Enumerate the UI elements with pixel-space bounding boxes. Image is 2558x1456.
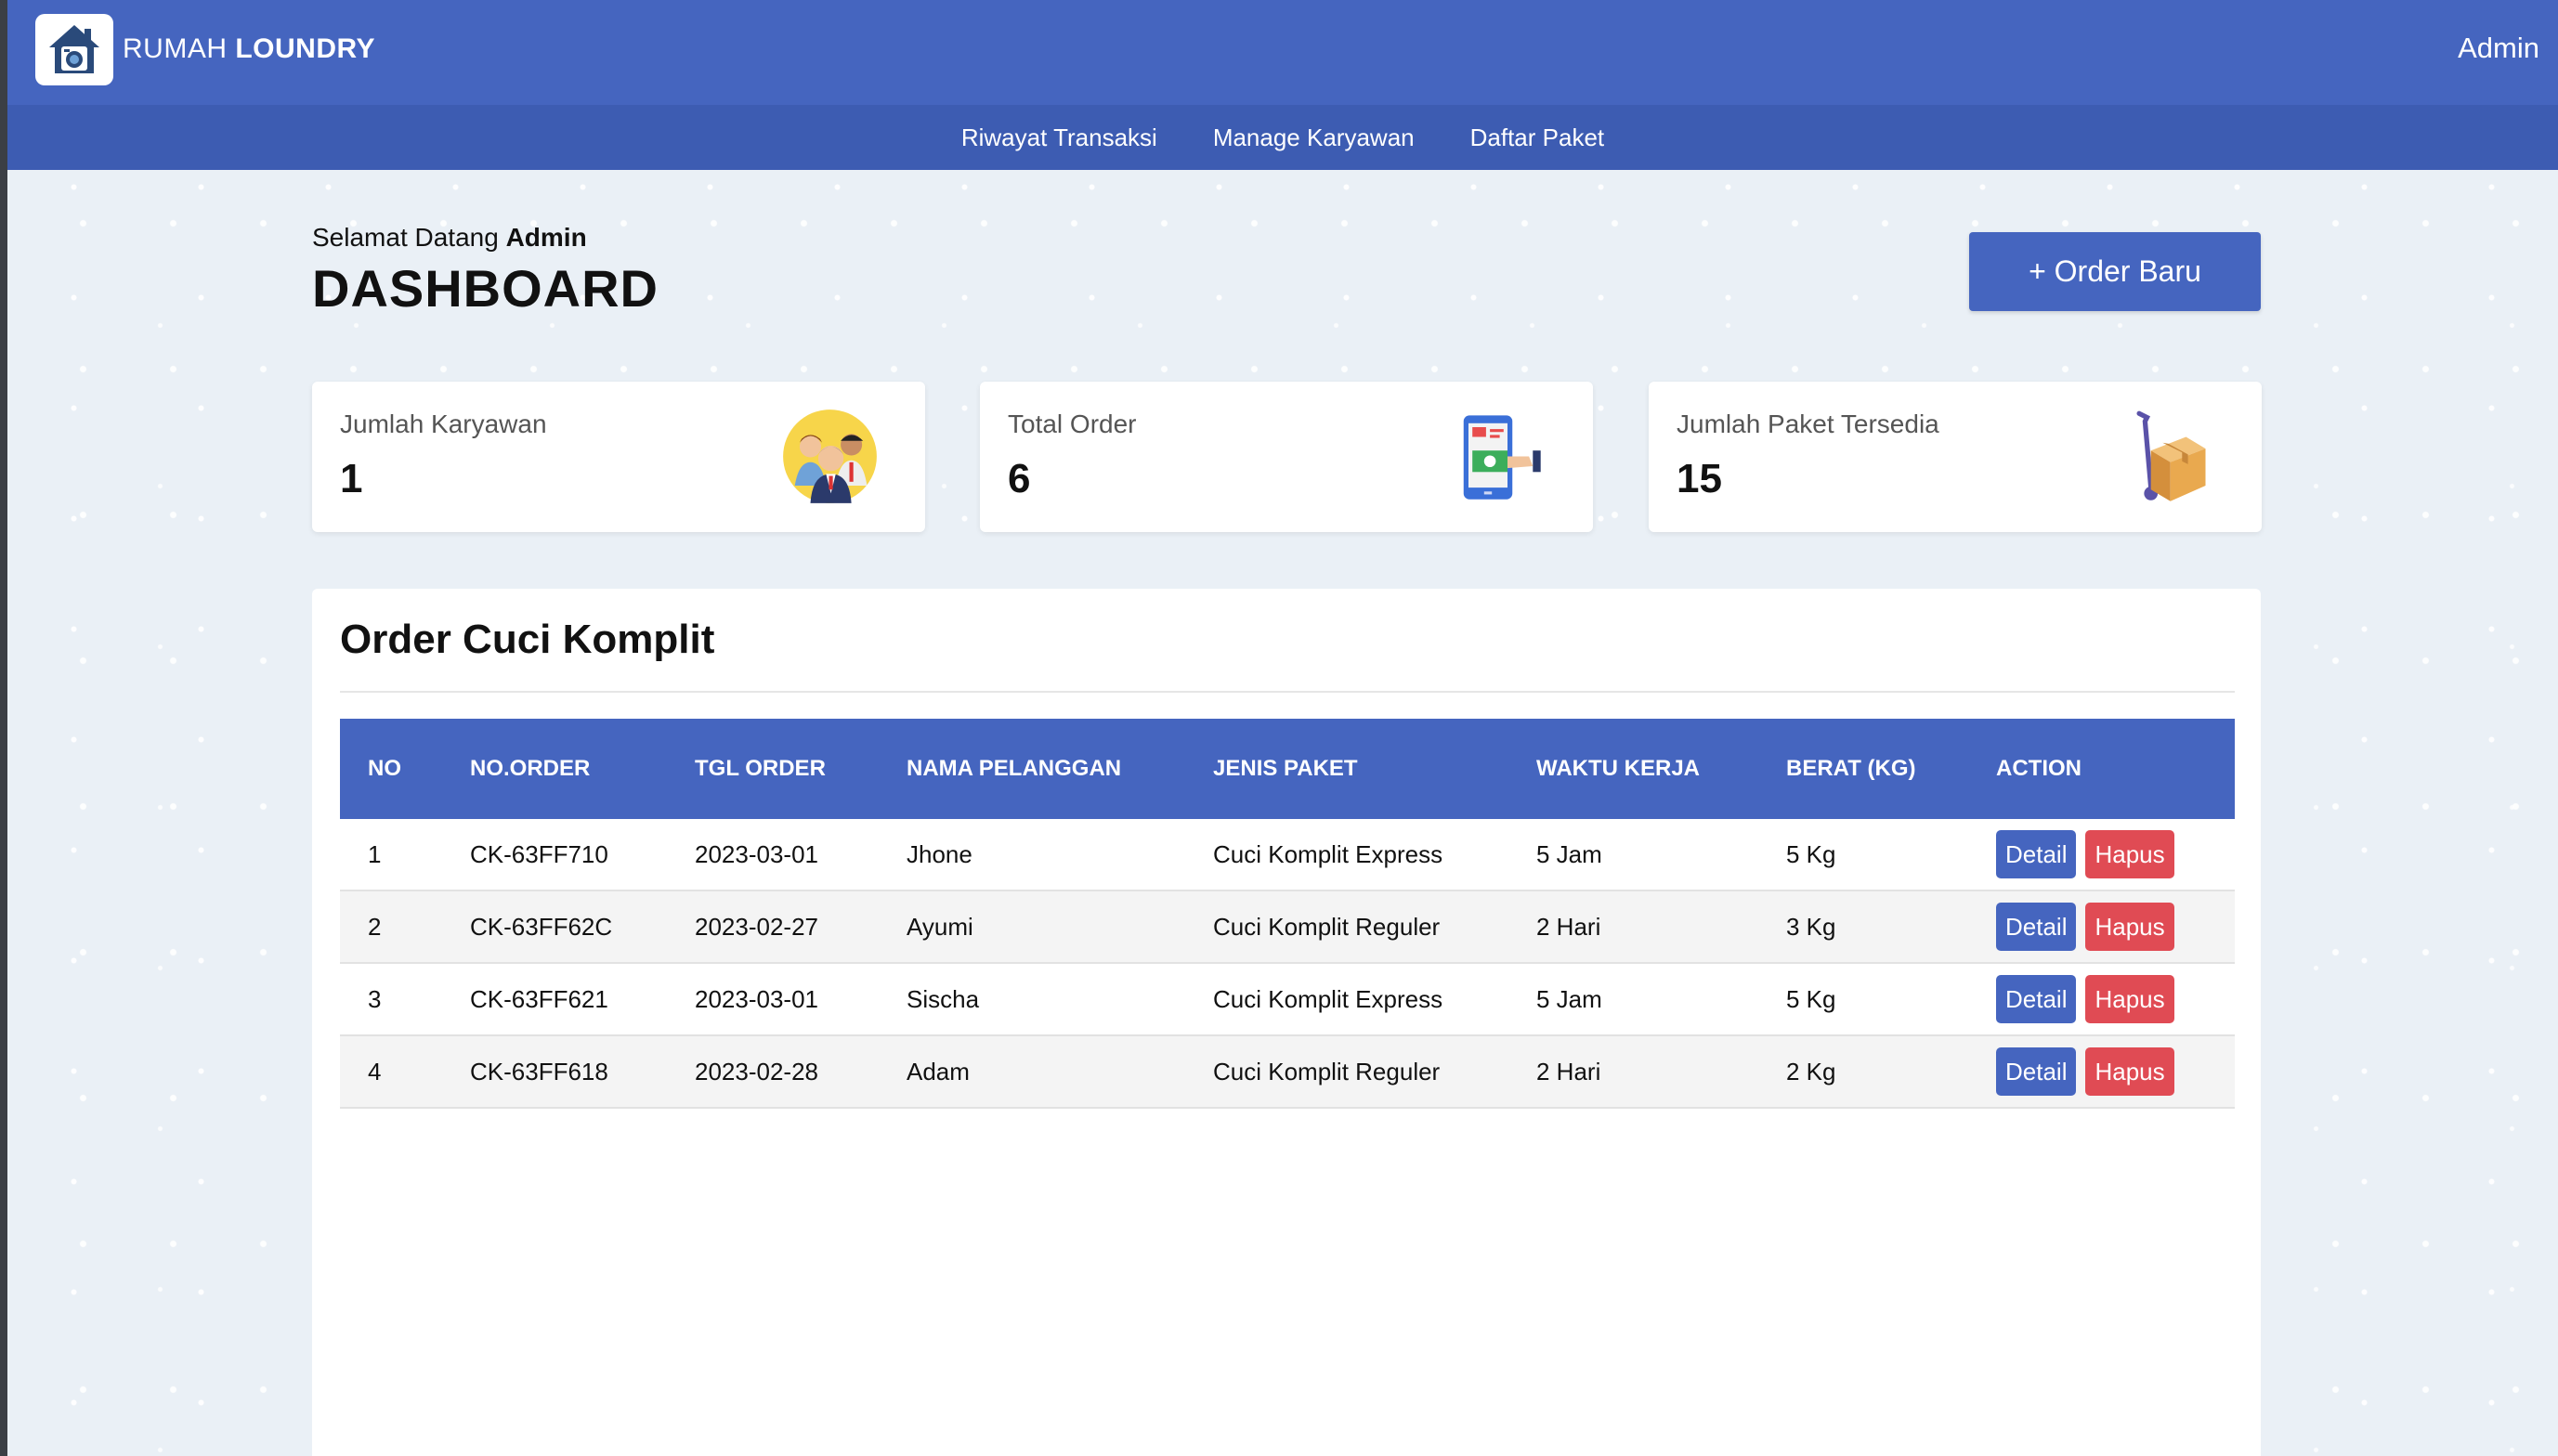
cell-tgl-order: 2023-02-28 [667, 1035, 879, 1109]
cell-waktu-kerja: 5 Jam [1508, 963, 1758, 1036]
brand-name: RUMAH LOUNDRY [123, 33, 376, 64]
package-trolley-icon [2136, 410, 2206, 501]
detail-button[interactable]: Detail [1996, 1047, 2077, 1096]
cell-waktu-kerja: 2 Hari [1508, 1035, 1758, 1109]
col-no-order: NO.ORDER [470, 756, 591, 781]
col-berat: BERAT (KG) [1786, 756, 1916, 781]
cell-no-order: CK-63FF621 [442, 963, 667, 1036]
cell-no: 3 [340, 963, 442, 1036]
stat-card-paket: Jumlah Paket Tersedia 15 [1649, 382, 2262, 532]
detail-button[interactable]: Detail [1996, 975, 2077, 1023]
cell-no-order: CK-63FF710 [442, 819, 667, 891]
delete-button[interactable]: Hapus [2085, 975, 2174, 1023]
stat-label: Jumlah Paket Tersedia [1677, 410, 1939, 438]
detail-button[interactable]: Detail [1996, 830, 2077, 878]
stat-card-karyawan: Jumlah Karyawan 1 [312, 382, 925, 532]
mobile-payment-icon [1463, 415, 1541, 500]
cell-nama: Sischa [879, 963, 1185, 1036]
nav-riwayat-transaksi[interactable]: Riwayat Transaksi [961, 124, 1157, 152]
stat-label: Jumlah Karyawan [340, 410, 547, 438]
cell-berat: 5 Kg [1758, 963, 1968, 1036]
cell-tgl-order: 2023-03-01 [667, 819, 879, 891]
stat-value: 6 [1008, 456, 1031, 501]
stat-card-order: Total Order 6 [980, 382, 1593, 532]
cell-waktu-kerja: 5 Jam [1508, 819, 1758, 891]
section-title: Order Cuci Komplit [340, 617, 715, 662]
cell-waktu-kerja: 2 Hari [1508, 890, 1758, 964]
orders-table: NO NO.ORDER TGL ORDER NAMA PELANGGAN JEN… [340, 719, 2235, 1109]
cell-berat: 2 Kg [1758, 1035, 1968, 1109]
table-header-row: NO NO.ORDER TGL ORDER NAMA PELANGGAN JEN… [340, 719, 2235, 819]
col-tgl-order: TGL ORDER [695, 756, 826, 781]
user-menu[interactable]: Admin [2458, 32, 2539, 65]
stat-value: 1 [340, 456, 363, 501]
table-row: 3 CK-63FF621 2023-03-01 Sischa Cuci Komp… [340, 963, 2235, 1036]
cell-tgl-order: 2023-02-27 [667, 890, 879, 964]
stat-label: Total Order [1008, 410, 1137, 438]
table-row: 1 CK-63FF710 2023-03-01 Jhone Cuci Kompl… [340, 819, 2235, 891]
main-nav: Riwayat Transaksi Manage Karyawan Daftar… [7, 105, 2558, 170]
col-action: ACTION [1996, 756, 2082, 781]
new-order-button[interactable]: + Order Baru [1969, 232, 2261, 311]
cell-jenis-paket: Cuci Komplit Reguler [1185, 1035, 1508, 1109]
cell-jenis-paket: Cuci Komplit Express [1185, 819, 1508, 891]
cell-jenis-paket: Cuci Komplit Reguler [1185, 890, 1508, 964]
top-header: RUMAH LOUNDRY Admin [7, 0, 2558, 105]
cell-no: 4 [340, 1035, 442, 1109]
employees-icon [783, 410, 877, 503]
col-jenis-paket: JENIS PAKET [1213, 756, 1358, 781]
cell-jenis-paket: Cuci Komplit Express [1185, 963, 1508, 1036]
divider [340, 691, 2235, 693]
house-washing-machine-icon [49, 24, 99, 73]
delete-button[interactable]: Hapus [2085, 903, 2174, 951]
stat-value: 15 [1677, 456, 1722, 501]
cell-nama: Ayumi [879, 890, 1185, 964]
cell-action: Detail Hapus [1968, 1035, 2235, 1109]
logo[interactable] [35, 14, 113, 85]
cell-berat: 5 Kg [1758, 819, 1968, 891]
cell-action: Detail Hapus [1968, 963, 2235, 1036]
welcome-text: Selamat Datang Admin [312, 223, 587, 252]
col-no: NO [368, 756, 401, 781]
col-waktu-kerja: WAKTU KERJA [1536, 756, 1701, 781]
table-row: 4 CK-63FF618 2023-02-28 Adam Cuci Kompli… [340, 1035, 2235, 1109]
nav-daftar-paket[interactable]: Daftar Paket [1470, 124, 1605, 152]
nav-manage-karyawan[interactable]: Manage Karyawan [1213, 124, 1415, 152]
cell-no-order: CK-63FF62C [442, 890, 667, 964]
cell-tgl-order: 2023-03-01 [667, 963, 879, 1036]
delete-button[interactable]: Hapus [2085, 830, 2174, 878]
cell-no-order: CK-63FF618 [442, 1035, 667, 1109]
delete-button[interactable]: Hapus [2085, 1047, 2174, 1096]
cell-nama: Jhone [879, 819, 1185, 891]
window-edge [0, 0, 7, 1456]
table-row: 2 CK-63FF62C 2023-02-27 Ayumi Cuci Kompl… [340, 890, 2235, 964]
orders-panel: Order Cuci Komplit NO NO.ORDER TGL ORDER… [312, 589, 2261, 1456]
cell-berat: 3 Kg [1758, 890, 1968, 964]
cell-no: 1 [340, 819, 442, 891]
col-nama-pelanggan: NAMA PELANGGAN [907, 756, 1122, 781]
cell-action: Detail Hapus [1968, 819, 2235, 891]
detail-button[interactable]: Detail [1996, 903, 2077, 951]
cell-action: Detail Hapus [1968, 890, 2235, 964]
page-title: DASHBOARD [312, 259, 659, 318]
cell-no: 2 [340, 890, 442, 964]
cell-nama: Adam [879, 1035, 1185, 1109]
